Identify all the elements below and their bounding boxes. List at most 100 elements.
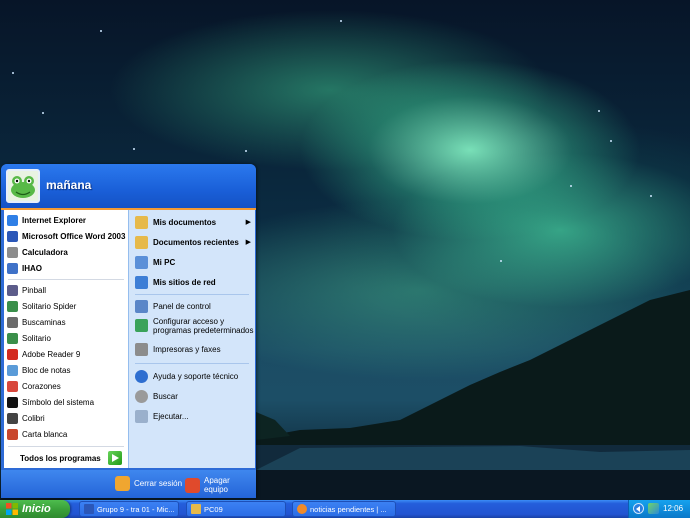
windows-logo-icon [6,503,18,515]
default-programs-icon [135,319,148,332]
submenu-arrow-icon: ▶ [245,239,251,246]
browser-icon [297,504,307,514]
logoff-button[interactable]: Cerrar sesión [115,476,182,491]
menu-item-colibri[interactable]: Colibri [4,410,128,426]
task-label: noticias pendientes | ... [310,504,387,514]
menu-item-label: Buscaminas [22,317,66,327]
separator [135,294,249,295]
menu-item-internet-explorer[interactable]: Internet Explorer [4,212,128,228]
ihao-icon [7,262,18,274]
menu-item-label: Corazones [22,381,61,391]
show-hidden-icons-button[interactable] [633,503,644,514]
menu-item-label: Panel de control [153,301,211,311]
calculator-icon [7,246,18,258]
menu-item-label: Bloc de notas [22,365,71,375]
menu-item-label: Ejecutar... [153,411,189,421]
taskbar-item-pc09[interactable]: PC09 [186,501,286,517]
spider-solitaire-icon [7,300,18,312]
menu-item-buscaminas[interactable]: Buscaminas [4,314,128,330]
all-programs-label: Todos los programas [20,453,101,463]
separator [8,279,124,280]
separator [135,363,249,364]
menu-item-label: Internet Explorer [22,215,87,225]
minesweeper-icon [7,316,18,328]
logoff-label: Cerrar sesión [134,479,183,488]
menu-item-panel-de-control[interactable]: Panel de control [129,297,255,315]
notepad-icon [7,364,18,376]
menu-item-solitario-spider[interactable]: Solitario Spider [4,298,128,314]
logoff-key-icon [115,476,130,491]
control-panel-icon [135,299,148,313]
menu-item-mis-documentos[interactable]: Mis documentos ▶ [129,212,255,232]
menu-item-label: Solitario Spider [22,301,77,311]
frog-icon [11,176,35,198]
menu-item-calculadora[interactable]: Calculadora [4,244,128,260]
menu-item-label: Configurar acceso y [153,317,225,326]
menu-item-carta-blanca[interactable]: Carta blanca [4,426,128,442]
submenu-arrow-icon: ▶ [245,219,251,226]
network-icon[interactable] [648,503,659,514]
freecell-icon [7,428,18,440]
menu-item-label: programas predeterminados [153,326,254,335]
menu-item-solitario[interactable]: Solitario [4,330,128,346]
menu-item-mi-pc[interactable]: Mi PC [129,252,255,272]
solitaire-icon [7,332,18,344]
hearts-icon [7,380,18,392]
menu-item-corazones[interactable]: Corazones [4,378,128,394]
printers-icon [135,342,148,356]
start-label: Inicio [22,503,51,515]
run-icon [135,409,148,423]
menu-item-label: Buscar [153,391,178,401]
start-menu: mañana Internet Explorer Microsoft Offic… [1,164,256,498]
menu-item-documentos-recientes[interactable]: Documentos recientes ▶ [129,232,255,252]
menu-item-label: Documentos recientes [153,237,239,247]
menu-item-label: Carta blanca [22,429,68,439]
menu-item-label-group: Configurar acceso y programas predetermi… [153,317,254,335]
taskbar-item-noticias[interactable]: noticias pendientes | ... [292,501,396,517]
word-icon [7,230,18,242]
start-button[interactable]: Inicio [0,500,70,518]
search-icon [135,389,148,403]
menu-item-buscar[interactable]: Buscar [129,386,255,406]
start-menu-footer: Cerrar sesión Apagar equipo [1,470,256,498]
menu-item-word[interactable]: Microsoft Office Word 2003 [4,228,128,244]
menu-item-bloc-de-notas[interactable]: Bloc de notas [4,362,128,378]
menu-item-label: Símbolo del sistema [22,397,95,407]
menu-item-ihao[interactable]: IHAO [4,260,128,276]
help-icon [135,369,148,383]
menu-item-label: Colibri [22,413,45,423]
menu-item-label: Adobe Reader 9 [22,349,81,359]
my-documents-icon [135,215,148,229]
task-label: PC09 [204,504,223,514]
start-menu-header: mañana [1,164,256,210]
clock[interactable]: 12:06 [663,504,683,513]
separator [8,446,124,447]
my-computer-icon [135,255,148,269]
menu-item-label: Mis sitios de red [153,277,216,287]
menu-item-impresoras-y-faxes[interactable]: Impresoras y faxes [129,340,255,358]
internet-explorer-icon [7,214,18,226]
programs-panel: Internet Explorer Microsoft Office Word … [4,210,128,468]
pinball-icon [7,284,18,296]
menu-item-adobe-reader[interactable]: Adobe Reader 9 [4,346,128,362]
adobe-reader-icon [7,348,18,360]
avatar[interactable] [6,169,40,203]
shutdown-label: Apagar equipo [203,476,230,494]
system-tray: 12:06 [628,500,690,518]
taskbar-item-word-document[interactable]: Grupo 9 - tra 01 - Mic... [79,501,179,517]
menu-item-pinball[interactable]: Pinball [4,282,128,298]
menu-item-simbolo-del-sistema[interactable]: Símbolo del sistema [4,394,128,410]
all-programs-button[interactable]: Todos los programas [4,448,128,468]
menu-item-label: Mis documentos [153,217,217,227]
taskbar: Inicio Grupo 9 - tra 01 - Mic... PC09 no… [0,500,690,518]
command-prompt-icon [7,396,18,408]
menu-item-label: Microsoft Office Word 2003 [22,231,126,241]
menu-item-label: Ayuda y soporte técnico [153,371,239,381]
menu-item-ayuda[interactable]: Ayuda y soporte técnico [129,366,255,386]
menu-item-configurar-acceso[interactable]: Configurar acceso y programas predetermi… [129,316,255,338]
menu-item-mis-sitios-de-red[interactable]: Mis sitios de red [129,272,255,292]
menu-item-ejecutar[interactable]: Ejecutar... [129,406,255,426]
shutdown-button[interactable]: Apagar equipo [185,476,256,494]
menu-item-label: Mi PC [153,257,176,267]
word-icon [84,504,94,514]
